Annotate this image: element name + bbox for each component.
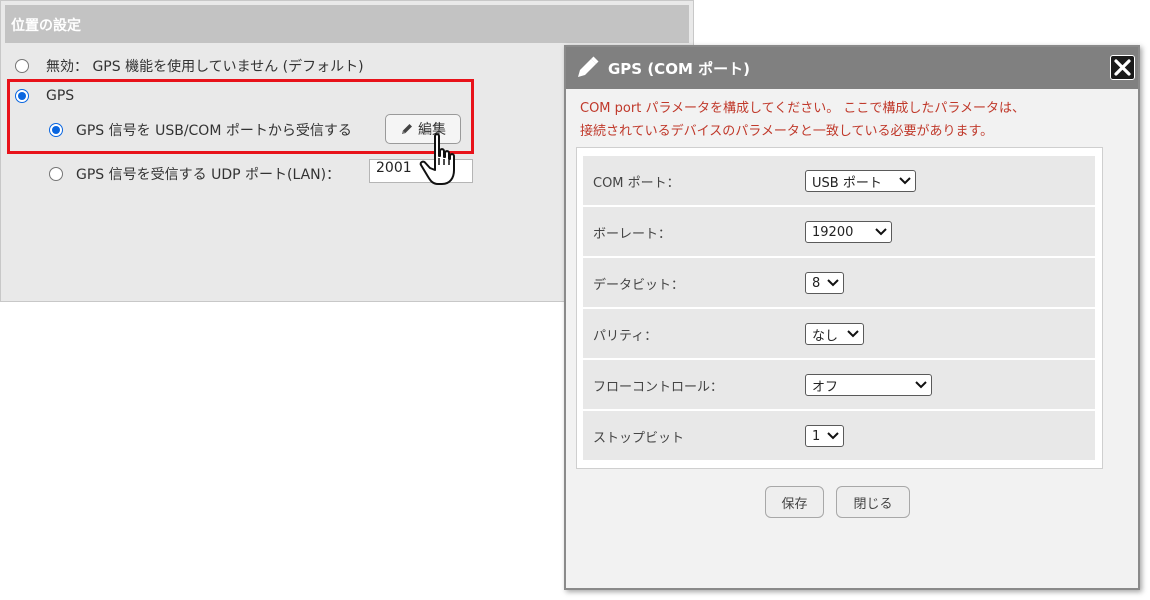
parity-value: なし: [812, 328, 839, 344]
gps-com-port-dialog: GPS (COM ポート) COM port パラメータを構成してください。 こ…: [564, 45, 1140, 590]
close-dialog-button[interactable]: 閉じる: [836, 486, 910, 518]
stop-bits-select[interactable]: 1: [805, 425, 844, 447]
chevron-down-icon: [875, 228, 887, 236]
flow-control-label: フローコントロール：: [593, 380, 724, 395]
form-row-flow-control: フローコントロール： オフ: [583, 360, 1095, 409]
save-button[interactable]: 保存: [765, 486, 824, 518]
flow-control-value: オフ: [812, 379, 839, 395]
flow-control-select[interactable]: オフ: [805, 374, 932, 396]
close-dialog-button-label: 閉じる: [853, 496, 893, 512]
settings-panel-title: 位置の設定: [5, 5, 689, 43]
form-row-com-port: COM ポート： USB ポート: [583, 156, 1095, 205]
chevron-down-icon: [827, 432, 839, 440]
close-button[interactable]: [1110, 55, 1135, 80]
form-row-stop-bits: ストップビット 1: [583, 411, 1095, 460]
chevron-down-icon: [827, 279, 839, 287]
option-udp[interactable]: GPS 信号を受信する UDP ポート(LAN)：: [49, 164, 340, 184]
baud-rate-label: ボーレート：: [593, 227, 672, 242]
chevron-down-icon: [847, 330, 859, 338]
pencil-icon: [574, 55, 600, 81]
com-port-select[interactable]: USB ポート: [805, 170, 916, 192]
form-row-baud-rate: ボーレート： 19200: [583, 207, 1095, 256]
dialog-description-line-1: COM port パラメータを構成してください。 ここで構成したパラメータは、: [580, 101, 1026, 116]
dialog-titlebar[interactable]: GPS (COM ポート): [566, 47, 1138, 89]
hand-pointer-cursor-icon: [419, 133, 455, 185]
baud-rate-value: 19200: [812, 224, 854, 240]
baud-rate-select[interactable]: 19200: [805, 221, 892, 243]
com-port-label: COM ポート：: [593, 176, 680, 191]
save-button-label: 保存: [781, 496, 808, 512]
close-icon: [1114, 59, 1131, 76]
highlight-annotation-box: [7, 79, 474, 154]
dialog-title: GPS (COM ポート): [608, 60, 750, 78]
com-port-form: COM ポート： USB ポート ボーレート： 19200 データビット： 8 …: [576, 147, 1103, 469]
stop-bits-value: 1: [812, 428, 821, 444]
dialog-description-line-2: 接続されているデバイスのパラメータと一致している必要があります。: [580, 124, 994, 139]
data-bits-value: 8: [812, 275, 821, 291]
data-bits-select[interactable]: 8: [805, 272, 844, 294]
com-port-value: USB ポート: [812, 175, 882, 191]
option-udp-label: GPS 信号を受信する UDP ポート(LAN)：: [76, 167, 341, 183]
data-bits-label: データビット：: [593, 278, 685, 293]
stop-bits-label: ストップビット: [593, 431, 685, 446]
parity-label: パリティ：: [593, 329, 658, 344]
form-row-data-bits: データビット： 8: [583, 258, 1095, 307]
option-disabled-label: 無効： GPS 機能を使用していません (デフォルト): [46, 59, 364, 75]
radio-udp[interactable]: [49, 167, 63, 181]
radio-disabled[interactable]: [15, 59, 29, 73]
option-disabled[interactable]: 無効： GPS 機能を使用していません (デフォルト): [15, 56, 364, 76]
chevron-down-icon: [899, 177, 911, 185]
chevron-down-icon: [915, 381, 927, 389]
dialog-description: COM port パラメータを構成してください。 ここで構成したパラメータは、 …: [580, 97, 1128, 143]
parity-select[interactable]: なし: [805, 323, 864, 345]
form-row-parity: パリティ： なし: [583, 309, 1095, 358]
udp-port-value: 2001: [376, 160, 412, 176]
